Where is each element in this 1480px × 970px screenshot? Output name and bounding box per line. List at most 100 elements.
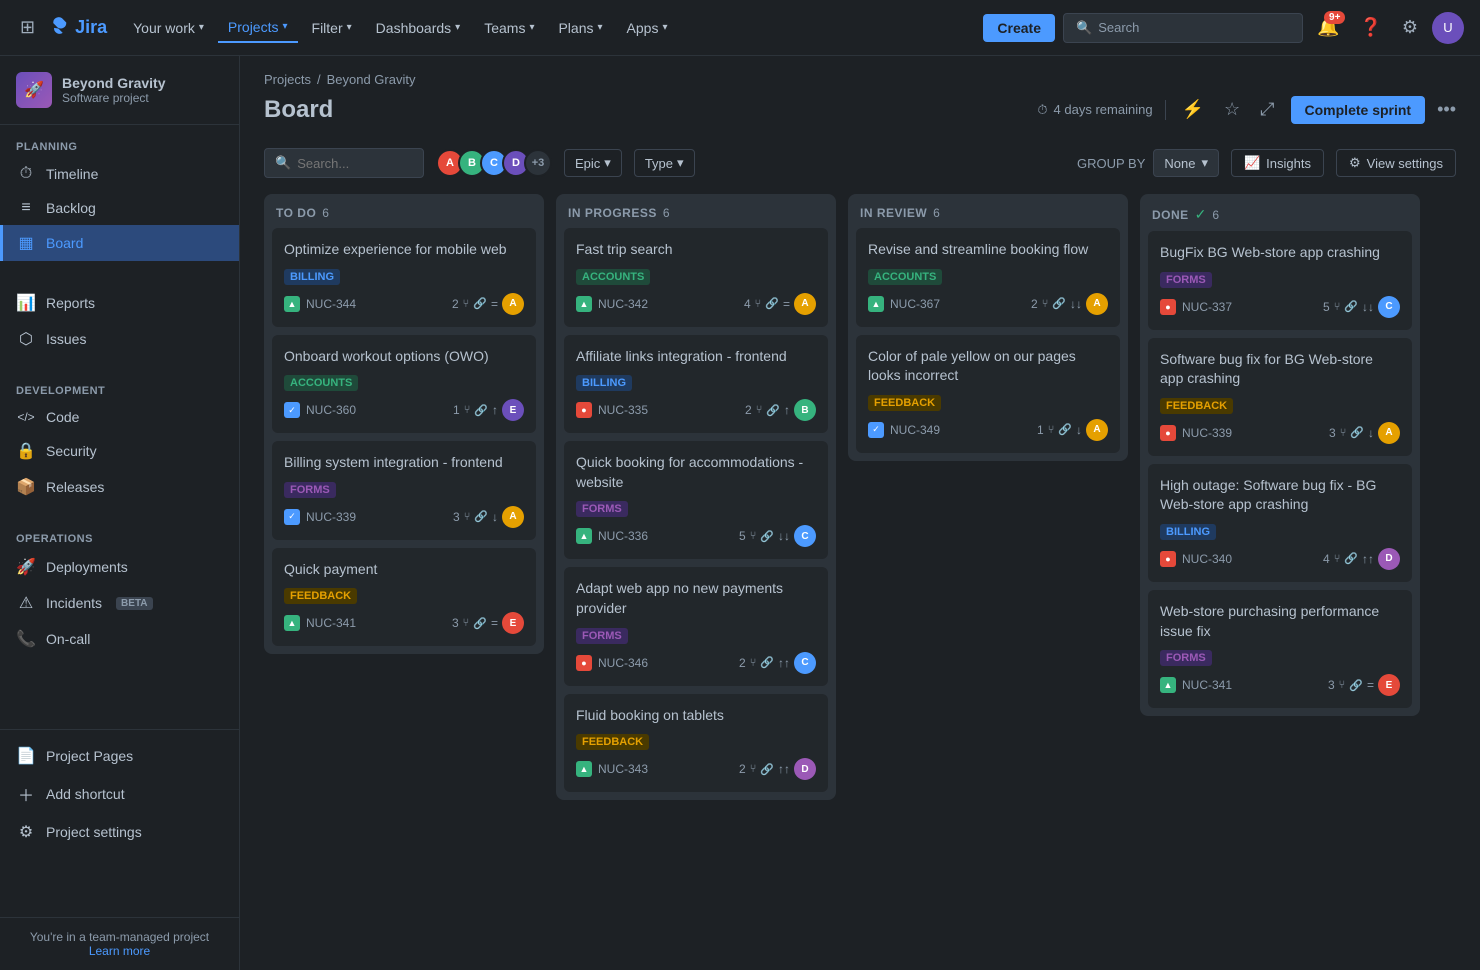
branch-icon: ⑂ [1334, 553, 1341, 565]
table-row[interactable]: Software bug fix for BG Web-store app cr… [1148, 338, 1412, 456]
insights-icon: 📈 [1244, 155, 1260, 171]
table-row[interactable]: BugFix BG Web-store app crashing FORMS ●… [1148, 231, 1412, 330]
sidebar-item-code[interactable]: </> Code [0, 401, 239, 433]
card-meta: 3 ⑂ 🔗 = E [1328, 674, 1400, 696]
nav-projects[interactable]: Projects ▾ [218, 13, 298, 43]
insights-button[interactable]: 📈 Insights [1231, 149, 1324, 177]
sidebar-item-backlog[interactable]: ≡ Backlog [0, 191, 239, 225]
sidebar-item-oncall[interactable]: 📞 On-call [0, 621, 239, 657]
user-avatar[interactable]: U [1432, 12, 1464, 44]
sidebar-item-deployments[interactable]: 🚀 Deployments [0, 549, 239, 585]
sidebar-item-add-shortcut[interactable]: ＋ Add shortcut [0, 774, 239, 814]
create-button[interactable]: Create [983, 14, 1055, 42]
card-count: 4 [744, 297, 751, 311]
table-row[interactable]: Color of pale yellow on our pages looks … [856, 335, 1120, 453]
search-input[interactable] [297, 156, 413, 171]
card-title: Software bug fix for BG Web-store app cr… [1160, 350, 1400, 389]
table-row[interactable]: Affiliate links integration - frontend B… [564, 335, 828, 434]
breadcrumb-projects[interactable]: Projects [264, 72, 311, 87]
expand-button[interactable]: ⤢ [1256, 95, 1278, 124]
card-footer: ▲ NUC-341 3 ⑂ 🔗 = E [284, 612, 524, 634]
card-tag: BILLING [576, 375, 632, 391]
notifications-button[interactable]: 🔔 9+ [1311, 11, 1345, 44]
card-title: Quick payment [284, 560, 524, 580]
nav-your-work[interactable]: Your work ▾ [123, 14, 214, 42]
priority-icon: ↑ [784, 403, 790, 417]
done-check-icon: ✓ [1195, 206, 1207, 223]
complete-sprint-button[interactable]: Complete sprint [1291, 96, 1426, 124]
table-row[interactable]: Adapt web app no new payments provider F… [564, 567, 828, 685]
sidebar-section-extra: 📊 Reports ⬡ Issues [0, 273, 239, 369]
table-row[interactable]: Web-store purchasing performance issue f… [1148, 590, 1412, 708]
task-icon: ✓ [284, 509, 300, 525]
security-icon: 🔒 [16, 441, 36, 461]
lightning-button[interactable]: ⚡ [1178, 95, 1208, 124]
grid-icon[interactable]: ⊞ [16, 13, 39, 42]
nav-plans[interactable]: Plans ▾ [548, 14, 612, 42]
search-icon: 🔍 [275, 155, 291, 171]
card-meta: 1 ⑂ 🔗 ↓ A [1037, 419, 1108, 441]
sidebar-item-project-settings[interactable]: ⚙ Project settings [0, 814, 239, 850]
table-row[interactable]: Revise and streamline booking flow ACCOU… [856, 228, 1120, 327]
table-row[interactable]: Onboard workout options (OWO) ACCOUNTS ✓… [272, 335, 536, 434]
card-count: 2 [739, 762, 746, 776]
priority-icon: = [491, 297, 498, 311]
sidebar-item-reports[interactable]: 📊 Reports [0, 285, 239, 321]
story-icon: ▲ [868, 296, 884, 312]
footer-link[interactable]: Learn more [16, 944, 223, 958]
priority-icon: ↓↓ [1070, 297, 1082, 311]
nav-apps[interactable]: Apps ▾ [617, 14, 678, 42]
app-logo[interactable]: Jira [47, 17, 107, 39]
priority-icon: ↓ [492, 510, 498, 524]
type-filter[interactable]: Type ▾ [634, 149, 695, 177]
nav-teams[interactable]: Teams ▾ [474, 14, 544, 42]
avatar: B [794, 399, 816, 421]
search-box[interactable]: 🔍 Search [1063, 13, 1303, 43]
nav-filter[interactable]: Filter ▾ [302, 14, 362, 42]
sidebar-item-project-pages[interactable]: 📄 Project Pages [0, 738, 239, 774]
project-type: Software project [62, 91, 165, 105]
sidebar-item-board[interactable]: ▦ Board [0, 225, 239, 261]
card-footer: ● NUC-337 5 ⑂ 🔗 ↓↓ C [1160, 296, 1400, 318]
sidebar-item-security[interactable]: 🔒 Security [0, 433, 239, 469]
avatar: D [1378, 548, 1400, 570]
table-row[interactable]: Billing system integration - frontend FO… [272, 441, 536, 540]
sidebar-item-timeline[interactable]: ⏱ Timeline [0, 157, 239, 191]
branch-icon: ⑂ [464, 511, 471, 523]
sidebar-item-releases[interactable]: 📦 Releases [0, 469, 239, 505]
card-title: Color of pale yellow on our pages looks … [868, 347, 1108, 386]
breadcrumb-project[interactable]: Beyond Gravity [327, 72, 416, 87]
settings-button[interactable]: ⚙ [1396, 11, 1424, 44]
group-select[interactable]: None ▾ [1153, 149, 1219, 177]
star-button[interactable]: ☆ [1220, 95, 1244, 124]
epic-filter[interactable]: Epic ▾ [564, 149, 622, 177]
nav-dashboards[interactable]: Dashboards ▾ [366, 14, 471, 42]
link-icon: 🔗 [473, 297, 487, 310]
board-search[interactable]: 🔍 [264, 148, 424, 178]
table-row[interactable]: High outage: Software bug fix - BG Web-s… [1148, 464, 1412, 582]
card-count: 4 [1323, 552, 1330, 566]
card-tag: FORMS [284, 482, 336, 498]
sidebar-item-label: Backlog [46, 200, 96, 216]
link-icon: 🔗 [473, 617, 487, 630]
card-title: Revise and streamline booking flow [868, 240, 1108, 260]
card-count: 3 [452, 616, 459, 630]
card-count: 1 [453, 403, 460, 417]
sidebar-section-title-planning: PLANNING [0, 137, 239, 157]
card-issue-id: NUC-346 [598, 656, 648, 670]
table-row[interactable]: Fast trip search ACCOUNTS ▲ NUC-342 4 ⑂ … [564, 228, 828, 327]
card-footer: ▲ NUC-341 3 ⑂ 🔗 = E [1160, 674, 1400, 696]
table-row[interactable]: Quick booking for accommodations - websi… [564, 441, 828, 559]
avatar-more[interactable]: +3 [524, 149, 552, 177]
sidebar-item-incidents[interactable]: ⚠ Incidents BETA [0, 585, 239, 621]
more-options-button[interactable]: ••• [1437, 99, 1456, 120]
card-issue-id: NUC-339 [1182, 426, 1232, 440]
card-meta: 4 ⑂ 🔗 ↑↑ D [1323, 548, 1400, 570]
table-row[interactable]: Fluid booking on tablets FEEDBACK ▲ NUC-… [564, 694, 828, 793]
table-row[interactable]: Quick payment FEEDBACK ▲ NUC-341 3 ⑂ 🔗 =… [272, 548, 536, 647]
view-settings-button[interactable]: ⚙ View settings [1336, 149, 1456, 177]
sidebar-item-issues[interactable]: ⬡ Issues [0, 321, 239, 357]
table-row[interactable]: Optimize experience for mobile web BILLI… [272, 228, 536, 327]
help-button[interactable]: ❓ [1353, 11, 1387, 44]
avatar: A [1378, 422, 1400, 444]
